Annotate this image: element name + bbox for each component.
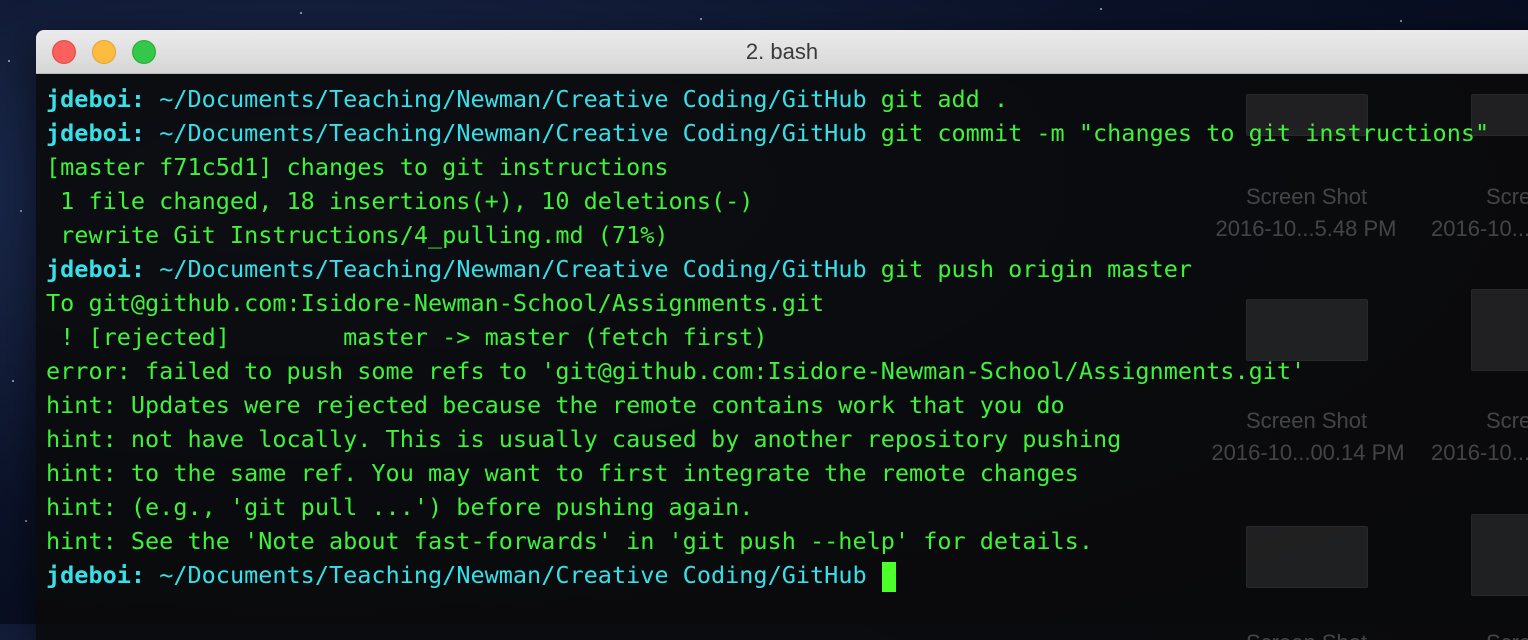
star [1100,8,1102,10]
output-line: hint: not have locally. This is usually … [46,422,1528,456]
text-cursor [881,561,896,592]
window-title: 2. bash [745,39,819,64]
star [700,18,702,20]
prompt-line: jdeboi: ~/Documents/Teaching/Newman/Crea… [46,558,1528,592]
output-line: To git@github.com:Isidore-Newman-School/… [46,286,1528,320]
terminal-output: jdeboi: ~/Documents/Teaching/Newman/Crea… [46,82,1528,592]
prompt-path: ~/Documents/Teaching/Newman/Creative Cod… [159,119,867,147]
output-text: [master f71c5d1] changes to git instruct… [46,153,669,181]
output-line: hint: to the same ref. You may want to f… [46,456,1528,490]
star [1400,20,1402,22]
output-text: hint: to the same ref. You may want to f… [46,459,1079,487]
star [8,60,10,62]
output-text: rewrite Git Instructions/4_pulling.md (7… [46,221,669,249]
output-text: ! [rejected] master -> master (fetch fir… [46,323,768,351]
output-text: hint: (e.g., 'git pull ...') before push… [46,493,754,521]
terminal-window: 2. bash Screen Shot 2016-10...5.48 PM Sc… [36,30,1528,640]
prompt-line: jdeboi: ~/Documents/Teaching/Newman/Crea… [46,116,1528,150]
command-text: git commit -m "changes to git instructio… [880,119,1490,147]
output-line: [master f71c5d1] changes to git instruct… [46,150,1528,184]
star [300,12,302,14]
output-text: hint: Updates were rejected because the … [46,391,1065,419]
output-line: hint: Updates were rejected because the … [46,388,1528,422]
star [12,380,14,382]
output-text: error: failed to push some refs to 'git@… [46,357,1306,385]
prompt-user: jdeboi: [46,255,146,283]
command-text: git push origin master [880,255,1193,283]
prompt-user: jdeboi: [46,119,146,147]
prompt-path: ~/Documents/Teaching/Newman/Creative Cod… [159,561,867,589]
prompt-path: ~/Documents/Teaching/Newman/Creative Cod… [159,85,867,113]
prompt-line: jdeboi: ~/Documents/Teaching/Newman/Crea… [46,82,1528,116]
prompt-line: jdeboi: ~/Documents/Teaching/Newman/Crea… [46,252,1528,286]
star [25,520,27,522]
prompt-path: ~/Documents/Teaching/Newman/Creative Cod… [159,255,867,283]
prompt-user: jdeboi: [46,85,146,113]
output-line: 1 file changed, 18 insertions(+), 10 del… [46,184,1528,218]
star [20,210,22,212]
desktop-icon-name: Screen Shot [1246,630,1367,640]
desktop-icon-name: Screen [1486,630,1528,640]
output-line: hint: See the 'Note about fast-forwards'… [46,524,1528,558]
output-line: rewrite Git Instructions/4_pulling.md (7… [46,218,1528,252]
output-text: To git@github.com:Isidore-Newman-School/… [46,289,825,317]
output-line: ! [rejected] master -> master (fetch fir… [46,320,1528,354]
output-text: hint: See the 'Note about fast-forwards'… [46,527,1093,555]
terminal-content[interactable]: Screen Shot 2016-10...5.48 PM Screen 201… [36,74,1528,640]
output-text: 1 file changed, 18 insertions(+), 10 del… [46,187,754,215]
output-line: hint: (e.g., 'git pull ...') before push… [46,490,1528,524]
prompt-user: jdeboi: [46,561,146,589]
output-line: error: failed to push some refs to 'git@… [46,354,1528,388]
output-text: hint: not have locally. This is usually … [46,425,1122,453]
command-text: git add . [880,85,1009,113]
title-bar[interactable]: 2. bash [36,30,1528,74]
